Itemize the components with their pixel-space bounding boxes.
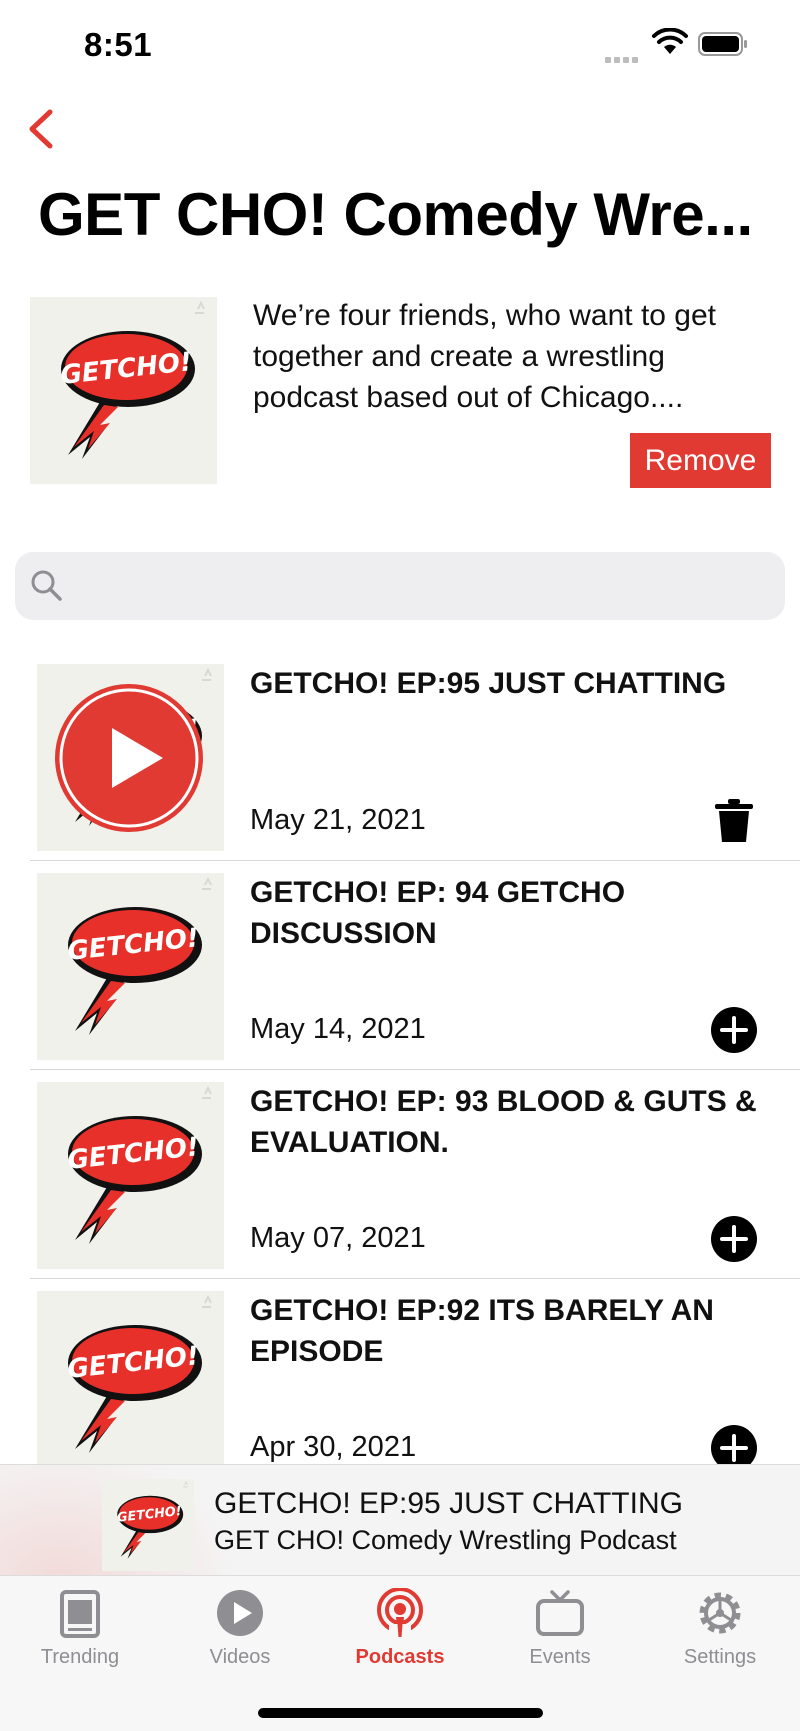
episode-title: GETCHO! EP:92 ITS BARELY AN EPISODE [250, 1294, 714, 1368]
episode-thumbnail [37, 1291, 224, 1464]
tab-label: Settings [683, 1646, 757, 1668]
newspaper-icon [60, 1590, 100, 1638]
episode-row[interactable]: GETCHO! EP:92 ITS BARELY AN EPISODE Apr … [0, 1279, 800, 1464]
play-circle-icon [217, 1590, 263, 1636]
tab-podcasts[interactable]: Podcasts [330, 1584, 470, 1674]
trash-icon[interactable] [710, 797, 758, 845]
episode-thumbnail [37, 873, 224, 1060]
mini-player-title: GETCHO! EP:95 JUST CHATTING [214, 1487, 683, 1520]
add-circle-icon[interactable] [710, 1006, 758, 1054]
episode-title: GETCHO! EP: 93 BLOOD & GUTS & EVALUATION… [250, 1085, 757, 1159]
episode-thumbnail [37, 664, 224, 851]
status-bar: 8:51 [0, 0, 800, 92]
home-indicator [258, 1708, 543, 1718]
mini-player-thumbnail [102, 1479, 194, 1571]
tab-label: Podcasts [355, 1646, 445, 1668]
episode-title: GETCHO! EP:95 JUST CHATTING [250, 667, 727, 700]
tab-trending[interactable]: Trending [10, 1584, 150, 1674]
tab-bar: Trending Videos Podcasts Events Settings [0, 1575, 800, 1731]
play-overlay-icon [55, 684, 203, 832]
status-time: 8:51 [84, 26, 153, 63]
episode-row[interactable]: GETCHO! EP: 93 BLOOD & GUTS & EVALUATION… [0, 1070, 800, 1279]
episode-title: GETCHO! EP: 94 GETCHO DISCUSSION [250, 876, 626, 950]
wifi-icon [652, 28, 688, 54]
add-circle-icon[interactable] [710, 1424, 758, 1464]
gear-icon [699, 1592, 741, 1634]
episode-row[interactable]: GETCHO! EP:95 JUST CHATTING May 21, 2021 [0, 652, 800, 861]
remove-button[interactable]: Remove [630, 433, 771, 488]
tab-label: Events [529, 1646, 591, 1668]
tab-events[interactable]: Events [490, 1584, 630, 1674]
episode-date: May 14, 2021 [250, 1013, 426, 1045]
tab-videos[interactable]: Videos [170, 1584, 310, 1674]
chevron-left-icon [29, 109, 53, 149]
search-icon [31, 570, 62, 601]
podcast-description: We’re four friends, who want to get toge… [253, 299, 717, 414]
episode-date: Apr 30, 2021 [250, 1431, 417, 1463]
mini-player-subtitle: GET CHO! Comedy Wrestling Podcast [214, 1525, 677, 1555]
episode-row[interactable]: GETCHO! EP: 94 GETCHO DISCUSSION May 14,… [0, 861, 800, 1070]
tv-icon [536, 1590, 584, 1636]
episode-date: May 21, 2021 [250, 804, 426, 836]
page-title: GET CHO! Comedy Wre... [38, 181, 753, 248]
search-bar[interactable] [15, 552, 785, 620]
episode-date: May 07, 2021 [250, 1222, 426, 1254]
add-circle-icon[interactable] [710, 1215, 758, 1263]
tab-settings[interactable]: Settings [650, 1584, 790, 1674]
mini-player[interactable]: GETCHO! EP:95 JUST CHATTING GET CHO! Com… [0, 1464, 800, 1731]
signal-icon [605, 50, 643, 63]
tab-label: Videos [209, 1646, 271, 1668]
tab-label: Trending [40, 1646, 120, 1668]
episode-list: GETCHO! EP:95 JUST CHATTING May 21, 2021… [0, 652, 800, 1464]
battery-icon [698, 32, 747, 56]
podcast-cover-image [30, 297, 217, 484]
search-input[interactable] [75, 552, 775, 620]
back-button[interactable] [18, 104, 62, 154]
podcast-icon [377, 1588, 423, 1638]
episode-thumbnail [37, 1082, 224, 1269]
